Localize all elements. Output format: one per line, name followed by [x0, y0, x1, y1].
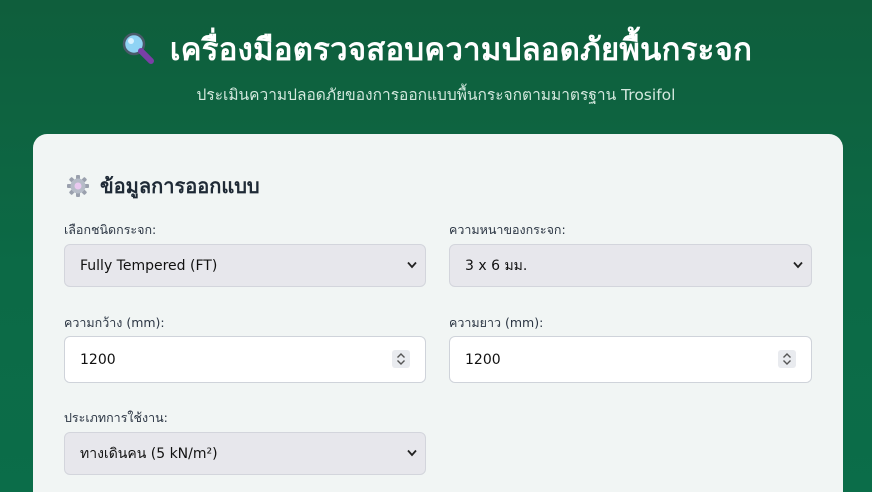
usage-value: ทางเดินคน (5 kN/m²) [80, 445, 218, 462]
magnifying-glass-icon [120, 31, 156, 67]
title-row: เครื่องมือตรวจสอบความปลอดภัยพื้นกระจก [0, 24, 872, 74]
page-subtitle: ประเมินความปลอดภัยของการออกแบบพื้นกระจกต… [196, 86, 676, 104]
spinner-arrows-icon [397, 353, 405, 365]
chevron-down-icon [407, 449, 417, 457]
section-title: ข้อมูลการออกแบบ [100, 174, 260, 198]
glass-type-label: เลือกชนิดกระจก: [64, 222, 157, 237]
spinner-arrows-icon [783, 353, 791, 365]
chevron-down-icon [793, 261, 803, 269]
gear-icon [66, 174, 90, 198]
chevron-down-icon [407, 261, 417, 269]
length-label: ความยาว (mm): [449, 315, 544, 330]
thickness-value: 3 x 6 มม. [465, 257, 528, 274]
length-value: 1200 [465, 351, 501, 368]
length-input[interactable]: 1200 [449, 336, 812, 383]
section-header: ข้อมูลการออกแบบ [66, 170, 260, 202]
thickness-label: ความหนาของกระจก: [449, 222, 566, 237]
design-form-card: ข้อมูลการออกแบบ เลือกชนิดกระจก: Fully Te… [33, 134, 843, 492]
width-input[interactable]: 1200 [64, 336, 426, 383]
number-spinner[interactable] [778, 350, 796, 368]
usage-label: ประเภทการใช้งาน: [64, 410, 168, 425]
page-title: เครื่องมือตรวจสอบความปลอดภัยพื้นกระจก [169, 32, 753, 68]
glass-type-value: Fully Tempered (FT) [80, 257, 218, 274]
usage-select[interactable]: ทางเดินคน (5 kN/m²) [64, 432, 426, 475]
glass-type-select[interactable]: Fully Tempered (FT) [64, 244, 426, 287]
width-value: 1200 [80, 351, 116, 368]
number-spinner[interactable] [392, 350, 410, 368]
thickness-select[interactable]: 3 x 6 มม. [449, 244, 812, 287]
width-label: ความกว้าง (mm): [64, 315, 165, 330]
